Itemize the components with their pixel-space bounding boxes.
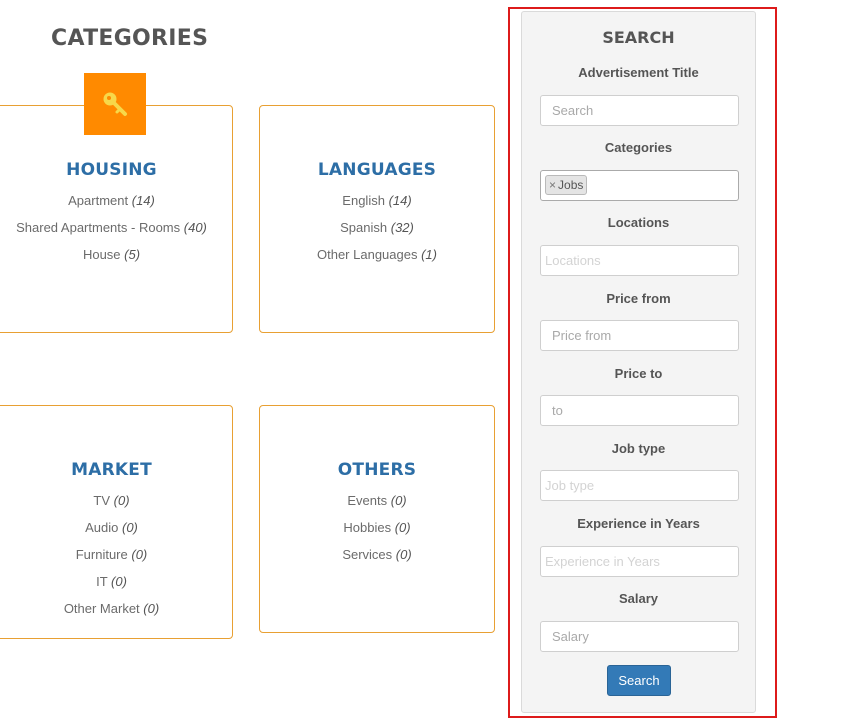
category-link[interactable]: Other Languages — [317, 247, 417, 262]
price-to-input[interactable] — [540, 395, 739, 426]
housing-key-badge — [84, 73, 146, 135]
category-card-market: MARKET TV (0) Audio (0) Furniture (0) IT… — [0, 405, 233, 639]
locations-input[interactable] — [540, 245, 739, 276]
list-item[interactable]: Furniture (0) — [0, 545, 232, 572]
category-count: (0) — [143, 601, 160, 616]
category-link[interactable]: English — [342, 193, 385, 208]
category-title-languages[interactable]: LANGUAGES — [260, 160, 494, 180]
ad-title-label: Advertisement Title — [578, 65, 699, 80]
list-item[interactable]: Shared Apartments - Rooms (40) — [0, 218, 232, 245]
category-count: (14) — [131, 193, 155, 208]
price-from-label: Price from — [606, 291, 671, 306]
locations-label: Locations — [607, 215, 670, 230]
category-link[interactable]: Shared Apartments - Rooms — [16, 220, 180, 235]
list-item[interactable]: Hobbies (0) — [260, 518, 494, 545]
tag-label: Jobs — [558, 178, 584, 192]
list-item[interactable]: Other Market (0) — [0, 599, 232, 626]
category-count: (0) — [390, 493, 407, 508]
category-link[interactable]: Other Market — [64, 601, 140, 616]
category-count: (0) — [131, 547, 148, 562]
category-count: (0) — [394, 520, 411, 535]
category-link[interactable]: Events — [347, 493, 387, 508]
category-list: Events (0) Hobbies (0) Services (0) — [260, 491, 494, 572]
tag-remove-icon[interactable]: × — [549, 178, 556, 192]
category-list: TV (0) Audio (0) Furniture (0) IT (0) Ot… — [0, 491, 232, 626]
category-card-housing: HOUSING Apartment (14) Shared Apartments… — [0, 105, 233, 333]
category-count: (40) — [183, 220, 207, 235]
category-count: (0) — [395, 547, 412, 562]
category-link[interactable]: Audio — [85, 520, 118, 535]
category-link[interactable]: Furniture — [76, 547, 128, 562]
list-item[interactable]: IT (0) — [0, 572, 232, 599]
search-title: SEARCH — [602, 28, 675, 47]
category-link[interactable]: House — [83, 247, 121, 262]
category-count: (14) — [388, 193, 412, 208]
category-link[interactable]: TV — [93, 493, 110, 508]
list-item[interactable]: English (14) — [260, 191, 494, 218]
category-count: (5) — [124, 247, 141, 262]
category-card-languages: LANGUAGES English (14) Spanish (32) Othe… — [259, 105, 495, 333]
category-count: (0) — [121, 520, 138, 535]
category-count: (1) — [421, 247, 437, 262]
salary-input[interactable] — [540, 621, 739, 652]
salary-label: Salary — [618, 591, 659, 606]
category-title-housing[interactable]: HOUSING — [0, 160, 232, 180]
category-list: Apartment (14) Shared Apartments - Rooms… — [0, 191, 232, 272]
category-link[interactable]: Hobbies — [343, 520, 391, 535]
categories-select[interactable]: × Jobs — [540, 170, 739, 201]
experience-input[interactable] — [540, 546, 739, 577]
key-icon — [103, 92, 127, 116]
list-item[interactable]: Services (0) — [260, 545, 494, 572]
price-to-label: Price to — [614, 366, 663, 381]
list-item[interactable]: Apartment (14) — [0, 191, 232, 218]
list-item[interactable]: Other Languages (1) — [260, 245, 494, 272]
experience-label: Experience in Years — [577, 516, 700, 531]
category-card-others: OTHERS Events (0) Hobbies (0) Services (… — [259, 405, 495, 633]
category-count: (0) — [113, 493, 130, 508]
job-type-label: Job type — [611, 441, 666, 456]
categories-label: Categories — [604, 140, 673, 155]
category-title-market[interactable]: MARKET — [0, 460, 232, 480]
category-link[interactable]: IT — [96, 574, 107, 589]
category-count: (32) — [390, 220, 414, 235]
search-panel: SEARCH Advertisement Title Categories ×J… — [521, 11, 756, 713]
job-type-input[interactable] — [540, 470, 739, 501]
category-link[interactable]: Services — [342, 547, 392, 562]
category-link[interactable]: Spanish — [340, 220, 387, 235]
list-item[interactable]: Audio (0) — [0, 518, 232, 545]
list-item[interactable]: Spanish (32) — [260, 218, 494, 245]
ad-title-input[interactable] — [540, 95, 739, 126]
categories-heading: CATEGORIES — [51, 26, 209, 51]
category-count: (0) — [111, 574, 127, 589]
selected-category-tag: × Jobs — [545, 175, 588, 195]
search-button[interactable]: Search — [607, 665, 671, 696]
price-from-input[interactable] — [540, 320, 739, 351]
category-link[interactable]: Apartment — [68, 193, 128, 208]
list-item[interactable]: House (5) — [0, 245, 232, 272]
category-title-others[interactable]: OTHERS — [260, 460, 494, 480]
list-item[interactable]: TV (0) — [0, 491, 232, 518]
list-item[interactable]: Events (0) — [260, 491, 494, 518]
category-list: English (14) Spanish (32) Other Language… — [260, 191, 494, 272]
